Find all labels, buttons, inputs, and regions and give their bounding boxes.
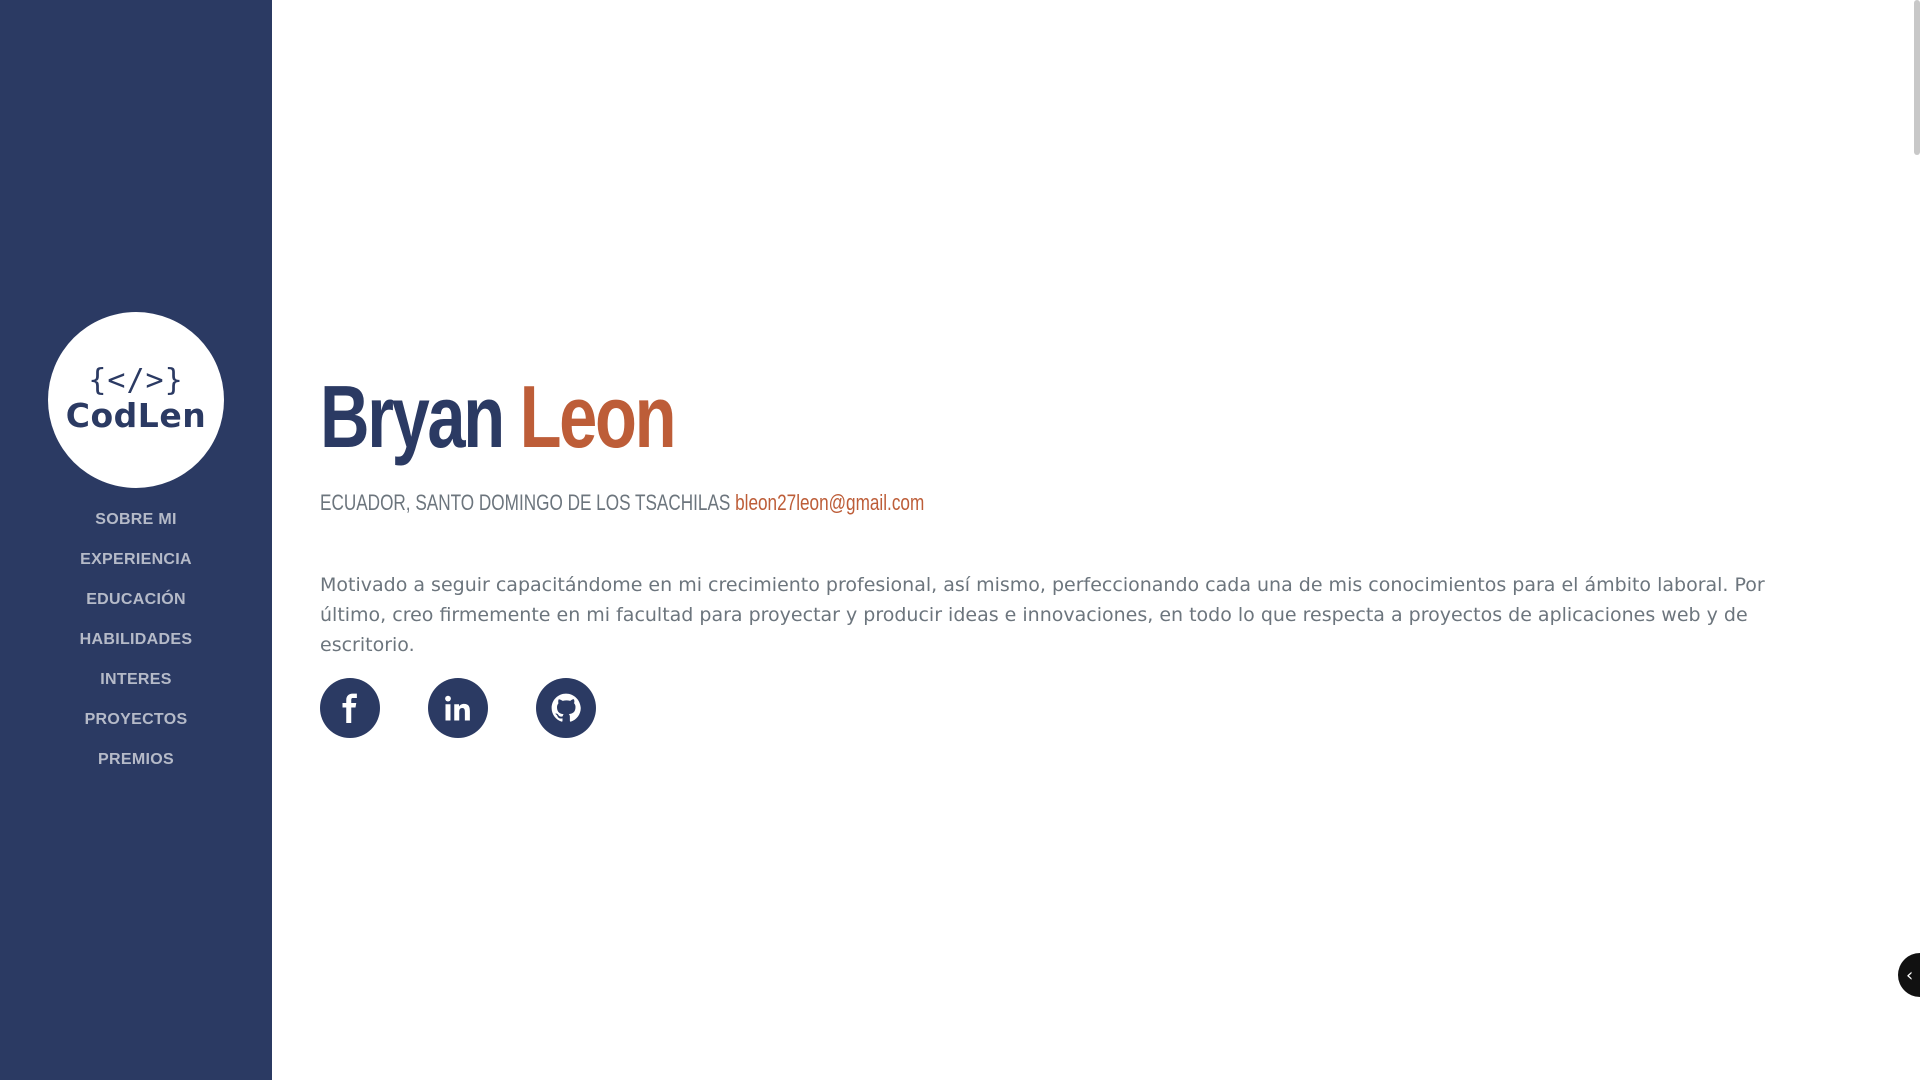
floating-toggle-button[interactable]: ‹ [1898, 953, 1920, 997]
email-link[interactable]: bleon27leon@gmail.com [735, 490, 924, 515]
first-name: Bryan [320, 367, 505, 466]
page-title: Bryan Leon [320, 362, 677, 472]
nav-item-experiencia[interactable]: EXPERIENCIA [0, 540, 272, 580]
linkedin-icon [445, 695, 470, 721]
social-links [320, 678, 596, 738]
nav-item-premios[interactable]: PREMIOS [0, 740, 272, 780]
linkedin-button[interactable] [428, 678, 488, 738]
github-button[interactable] [536, 678, 596, 738]
code-brackets-icon: {</>} [88, 363, 184, 398]
facebook-button[interactable] [320, 678, 380, 738]
nav-item-sobre-mi[interactable]: SOBRE MI [0, 500, 272, 540]
logo-name: CodLen [65, 396, 207, 435]
about-description: Motivado a seguir capacitándome en mi cr… [320, 574, 1765, 656]
nav-item-educacion[interactable]: EDUCACIÓN [0, 580, 272, 620]
chevron-left-icon: ‹ [1906, 964, 1914, 986]
logo[interactable]: {</>} CodLen [48, 312, 224, 488]
location-text: ECUADOR, SANTO DOMINGO DE LOS TSACHILAS [320, 490, 731, 515]
nav-item-proyectos[interactable]: PROYECTOS [0, 700, 272, 740]
facebook-icon [342, 693, 357, 723]
contact-line: ECUADOR, SANTO DOMINGO DE LOS TSACHILAS … [320, 488, 924, 518]
nav-item-interes[interactable]: INTERES [0, 660, 272, 700]
sidebar: {</>} CodLen SOBRE MI EXPERIENCIA EDUCAC… [0, 0, 272, 1080]
last-name: Leon [519, 367, 677, 466]
github-icon [551, 693, 581, 722]
nav-item-habilidades[interactable]: HABILIDADES [0, 620, 272, 660]
scrollbar[interactable] [1914, 0, 1920, 155]
sidebar-nav: SOBRE MI EXPERIENCIA EDUCACIÓN HABILIDAD… [0, 500, 272, 780]
